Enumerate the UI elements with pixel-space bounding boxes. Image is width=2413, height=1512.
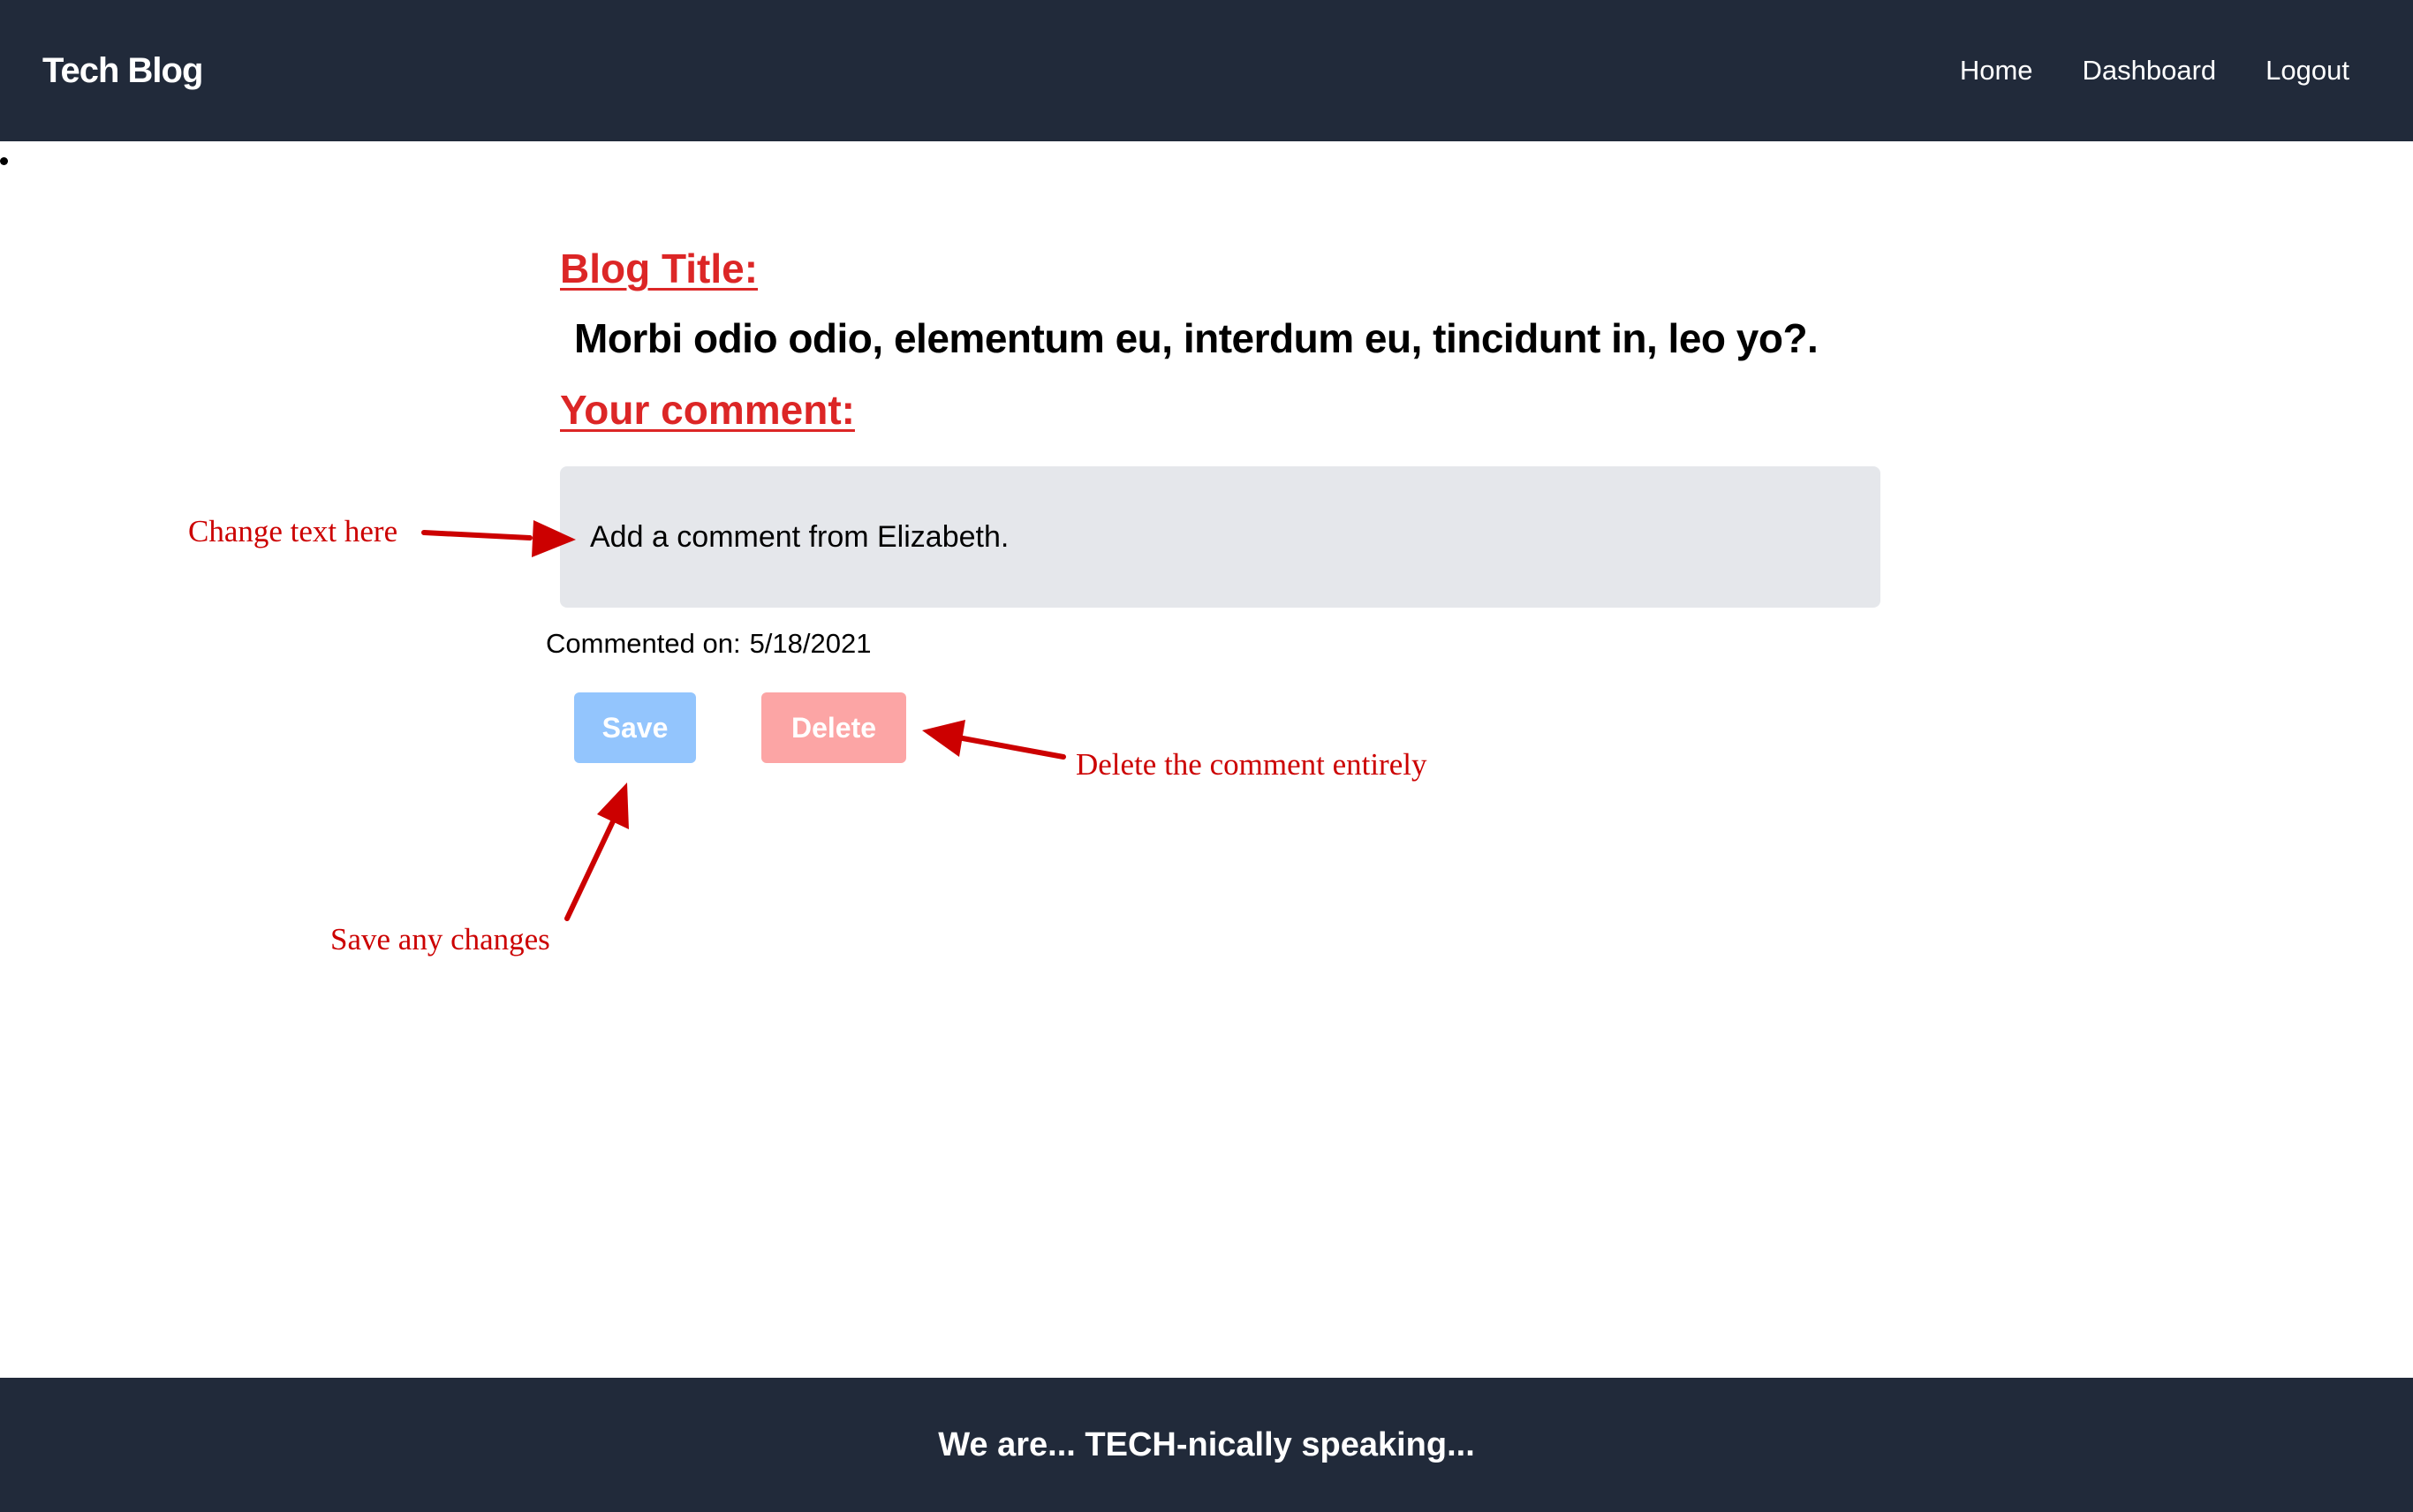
annotation-save-changes: Save any changes xyxy=(330,922,550,956)
comment-input[interactable]: Add a comment from Elizabeth. xyxy=(560,466,1880,608)
blog-title: Morbi odio odio, elementum eu, interdum … xyxy=(574,315,1819,361)
blog-title-label: Blog Title: xyxy=(560,246,759,291)
commented-on-label: Commented on: xyxy=(546,628,741,659)
arrow-to-save-button xyxy=(564,782,629,921)
nav-links: Home Dashboard Logout xyxy=(1960,51,2349,90)
commented-on-date: 5/18/2021 xyxy=(749,628,872,659)
nav-dashboard-link[interactable]: Dashboard xyxy=(2083,51,2217,90)
top-navbar: Tech Blog Home Dashboard Logout xyxy=(0,0,2413,141)
nav-logout-link[interactable]: Logout xyxy=(2265,51,2349,90)
list-bullet xyxy=(0,157,8,165)
delete-button[interactable]: Delete xyxy=(761,692,906,763)
save-button[interactable]: Save xyxy=(574,692,696,763)
arrow-to-delete-button xyxy=(922,720,1066,760)
comment-date-info: Commented on: 5/18/2021 xyxy=(546,624,871,663)
nav-home-link[interactable]: Home xyxy=(1960,51,2033,90)
annotation-change-text: Change text here xyxy=(188,514,398,548)
arrow-to-comment-box xyxy=(421,520,576,557)
annotation-delete-comment: Delete the comment entirely xyxy=(1076,747,1427,782)
comment-label: Your comment: xyxy=(560,387,855,433)
footer-tagline: We are... TECH-nically speaking... xyxy=(938,1425,1475,1463)
brand-logo-text[interactable]: Tech Blog xyxy=(42,49,203,92)
footer: We are... TECH-nically speaking... xyxy=(0,1378,2413,1512)
